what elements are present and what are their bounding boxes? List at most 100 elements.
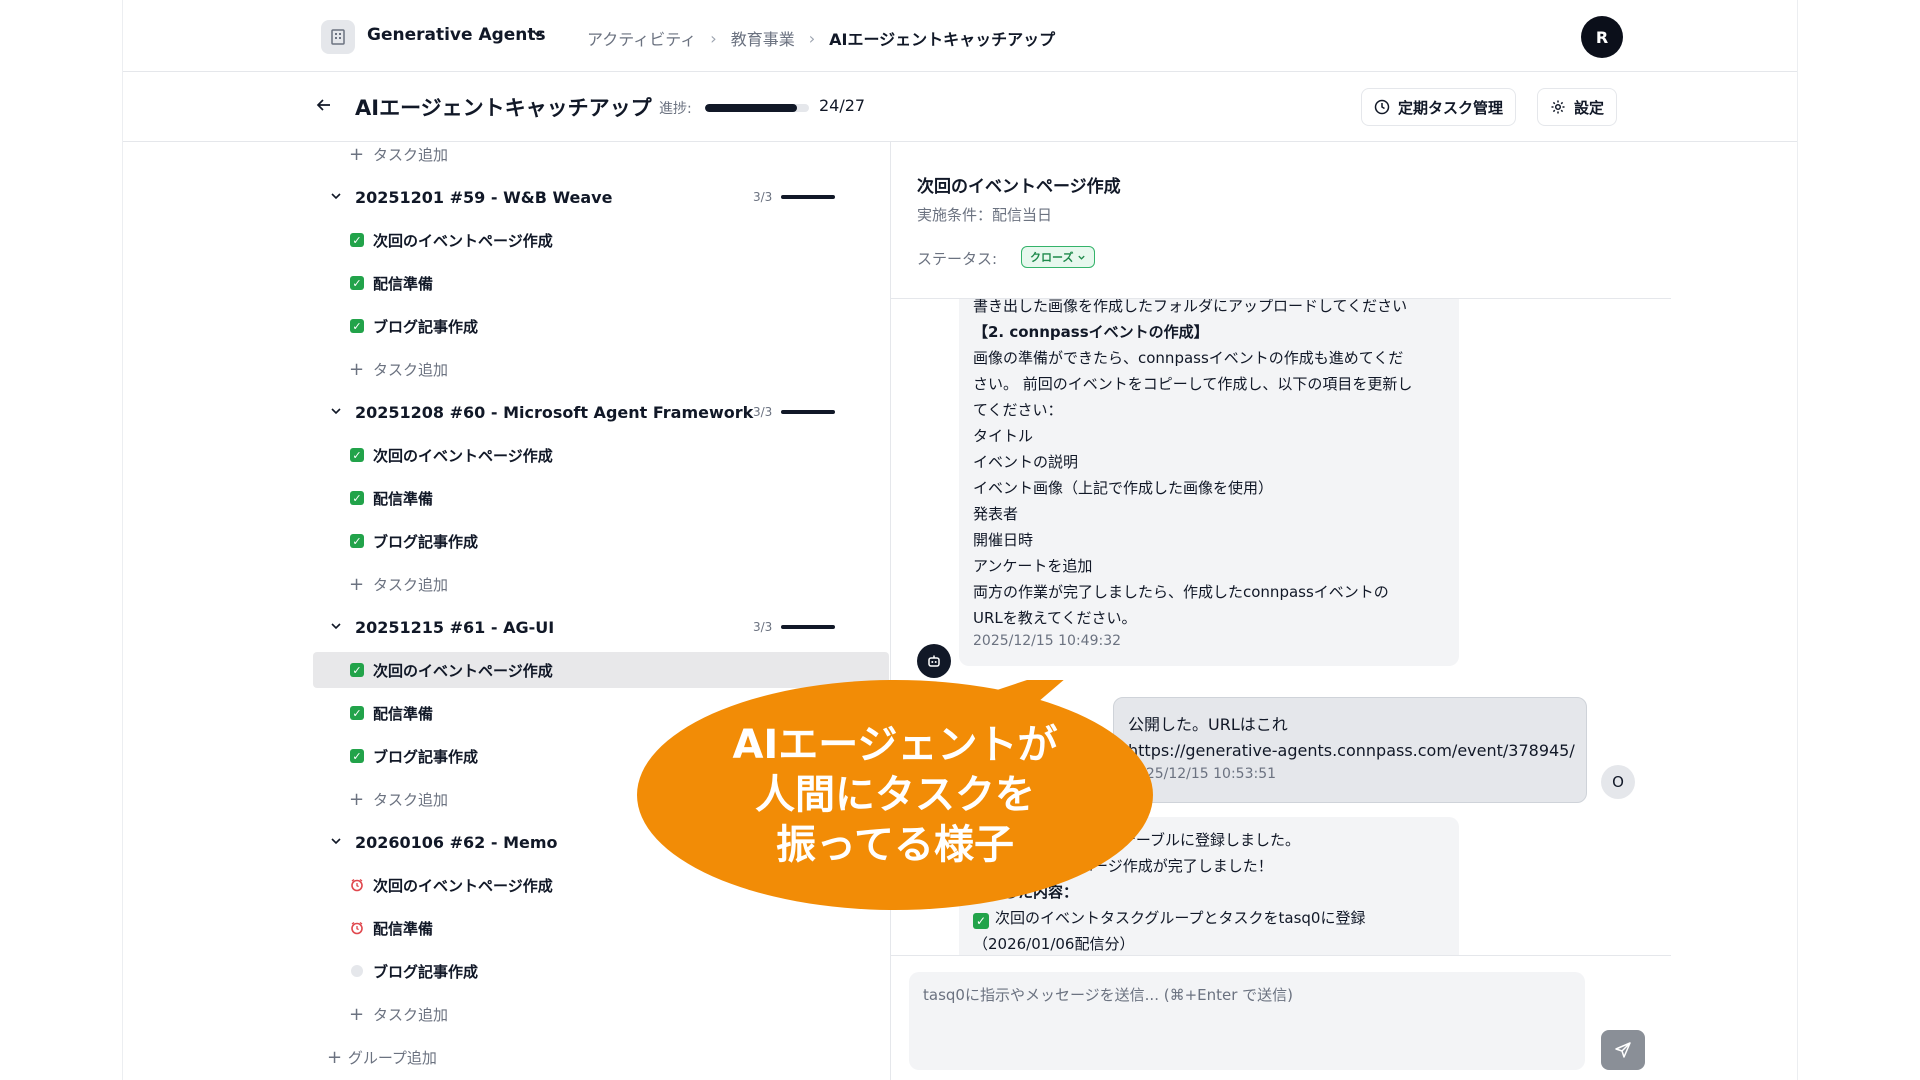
- task-item[interactable]: ブログ記事作成: [123, 951, 890, 991]
- top-nav: Generative Agents アクティビティ › 教育事業 › AIエージ…: [123, 0, 1797, 72]
- breadcrumb-current: AIエージェントキャッチアップ: [829, 30, 1056, 49]
- chevron-down-icon: [1078, 255, 1086, 260]
- user-avatar[interactable]: R: [1581, 16, 1623, 58]
- check-icon: ✓: [350, 534, 364, 548]
- task-group-62[interactable]: 20260106 #62 - Memo: [123, 822, 890, 862]
- group-count: 3/3: [753, 405, 773, 419]
- group-title: 20251208 #60 - Microsoft Agent Framework: [355, 402, 754, 422]
- add-task-button[interactable]: + タスク追加: [123, 349, 890, 389]
- workspace-name[interactable]: Generative Agents: [367, 25, 546, 45]
- breadcrumb-activity[interactable]: アクティビティ: [587, 26, 696, 50]
- message-line: タイトル: [973, 427, 1034, 445]
- task-group-61[interactable]: 20251215 #61 - AG-UI 3/3: [123, 607, 890, 647]
- robot-icon: [917, 644, 951, 678]
- task-group-59[interactable]: 20251201 #59 - W&B Weave 3/3: [123, 177, 890, 217]
- message-line: さい。 前回のイベントをコピーして作成し、以下の項目を更新し: [973, 375, 1413, 393]
- clock-icon: [1374, 99, 1390, 115]
- chevron-down-icon[interactable]: [329, 618, 343, 637]
- group-title: 20251201 #59 - W&B Weave: [355, 187, 613, 207]
- user-avatar: O: [1601, 765, 1635, 799]
- chevron-right-icon: ›: [808, 28, 816, 48]
- message-line: （2026/01/06配信分）: [973, 935, 1135, 953]
- add-task-button[interactable]: + タスク追加: [123, 779, 890, 819]
- task-detail: 次回のイベントページ作成 実施条件：配信当日 ステータス: クローズ 書き出した…: [891, 142, 1671, 1080]
- task-item[interactable]: ✓ 次回のイベントページ作成: [123, 220, 890, 260]
- message-timestamp: 2025/12/15 10:49:32: [973, 633, 1122, 649]
- check-icon: ✓: [350, 749, 364, 763]
- task-item[interactable]: ✓ ブログ記事作成: [123, 306, 890, 346]
- send-button[interactable]: [1601, 1030, 1645, 1070]
- plus-icon: +: [349, 143, 365, 165]
- chat-messages[interactable]: 書き出した画像を作成したフォルダにアップロードしてください 【2. connpa…: [891, 299, 1671, 955]
- progress-label: 進捗:: [659, 101, 692, 117]
- chevron-down-icon[interactable]: [329, 403, 343, 422]
- task-item[interactable]: 次回のイベントページ作成: [123, 865, 890, 905]
- message-line: イベントの説明: [973, 453, 1079, 471]
- alarm-clock-icon: [349, 920, 365, 936]
- chevron-down-icon[interactable]: [329, 833, 343, 852]
- chevron-down-icon[interactable]: [329, 188, 343, 207]
- check-icon: ✓: [350, 706, 364, 720]
- task-item[interactable]: ✓ 配信準備: [123, 263, 890, 303]
- chevron-down-icon[interactable]: [531, 26, 545, 45]
- task-item-selected[interactable]: ✓ 次回のイベントページ作成: [123, 650, 890, 690]
- app-frame: Generative Agents アクティビティ › 教育事業 › AIエージ…: [122, 0, 1798, 1080]
- add-group-button[interactable]: + グループ追加: [123, 1037, 890, 1077]
- check-icon: ✓: [350, 491, 364, 505]
- recurring-tasks-label: 定期タスク管理: [1398, 98, 1504, 117]
- progress-bar: [705, 104, 809, 112]
- message-input[interactable]: [909, 972, 1585, 1070]
- progress-count: 24/27: [819, 96, 866, 115]
- check-icon: ✓: [350, 233, 364, 247]
- settings-label: 設定: [1574, 98, 1605, 117]
- check-icon: ✓: [973, 913, 989, 929]
- message-line: 開催日時: [973, 531, 1034, 549]
- message-line: 発表者: [973, 505, 1019, 523]
- recurring-tasks-button[interactable]: 定期タスク管理: [1361, 88, 1517, 126]
- plus-icon: +: [349, 358, 365, 380]
- task-item[interactable]: 配信準備: [123, 908, 890, 948]
- plus-icon: +: [327, 1046, 348, 1068]
- group-count: 3/3: [753, 190, 773, 204]
- page-header: AIエージェントキャッチアップ 進捗: 24/27 定期タスク管理 設定: [123, 72, 1797, 142]
- message-line: てください：: [973, 401, 1063, 419]
- group-progress-bar: [781, 625, 835, 629]
- alarm-clock-icon: [349, 877, 365, 893]
- ai-message: nnpass URLをデータテーブルに登録しました。 次回のイベントページ作成が…: [959, 817, 1459, 955]
- group-title: 20260106 #62 - Memo: [355, 832, 558, 852]
- message-line: 書き出した画像を作成したフォルダにアップロードしてください: [973, 299, 1408, 315]
- task-group-60[interactable]: 20251208 #60 - Microsoft Agent Framework…: [123, 392, 890, 432]
- building-icon[interactable]: [321, 20, 355, 54]
- arrow-left-icon[interactable]: [315, 96, 333, 118]
- add-task-button[interactable]: + タスク追加: [123, 994, 890, 1034]
- task-item[interactable]: ✓ ブログ記事作成: [123, 521, 890, 561]
- send-icon: [1615, 1042, 1631, 1058]
- message-line: 【2. connpassイベントの作成】: [973, 323, 1209, 341]
- add-task-button[interactable]: + タスク追加: [123, 564, 890, 604]
- status-dropdown[interactable]: クローズ: [1021, 246, 1096, 268]
- add-task-button[interactable]: + タスク追加: [123, 142, 890, 174]
- user-message: 公開した。URLはこれ https://generative-agents.co…: [1113, 697, 1587, 803]
- group-count: 3/3: [753, 620, 773, 634]
- task-item[interactable]: ✓ 次回のイベントページ作成: [123, 435, 890, 475]
- task-item[interactable]: ✓ 配信準備: [123, 478, 890, 518]
- check-icon: ✓: [350, 448, 364, 462]
- plus-icon: +: [349, 573, 365, 595]
- breadcrumb: アクティビティ › 教育事業 › AIエージェントキャッチアップ: [587, 26, 1055, 50]
- settings-button[interactable]: 設定: [1537, 88, 1618, 126]
- task-item[interactable]: ✓ ブログ記事作成: [123, 736, 890, 776]
- message-line: 公開した。URLはこれ: [1128, 715, 1288, 734]
- message-line: 画像の準備ができたら、connpassイベントの作成も進めてくだ: [973, 349, 1404, 367]
- message-line: 完了した内容：: [973, 883, 1079, 901]
- message-link[interactable]: https://generative-agents.connpass.com/e…: [1128, 738, 1575, 764]
- task-item[interactable]: ✓ 配信準備: [123, 693, 890, 733]
- progress-fill: [705, 104, 798, 112]
- page-title: AIエージェントキャッチアップ: [355, 96, 652, 120]
- plus-icon: +: [349, 1003, 365, 1025]
- status-label: ステータス:: [917, 250, 998, 268]
- ai-message: 書き出した画像を作成したフォルダにアップロードしてください 【2. connpa…: [959, 299, 1459, 666]
- message-line: 次回のイベントタスクグループとタスクをtasq0に登録: [995, 909, 1366, 927]
- chevron-right-icon: ›: [710, 28, 717, 48]
- message-line: nnpass URLをデータテーブルに登録しました。: [973, 831, 1300, 849]
- breadcrumb-education[interactable]: 教育事業: [731, 26, 795, 50]
